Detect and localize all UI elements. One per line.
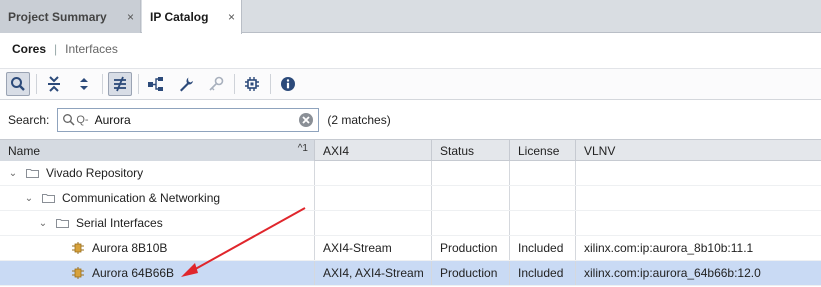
divider: | — [54, 42, 58, 56]
license-cell — [510, 186, 576, 210]
chevron-down-icon[interactable]: ⌄ — [8, 168, 18, 179]
status-cell — [432, 186, 510, 210]
info-button[interactable] — [276, 72, 300, 96]
axi4-cell — [315, 211, 432, 235]
tab-bar: Project Summary × IP Catalog × — [0, 0, 821, 34]
key-icon — [209, 76, 224, 91]
table-header: Name ^1 AXI4 Status License VLNV — [0, 139, 821, 161]
axi4-cell — [315, 161, 432, 185]
table-row-selected[interactable]: Aurora 64B66B AXI4, AXI4-Stream Producti… — [0, 261, 821, 286]
header-label: License — [518, 143, 560, 158]
info-icon — [281, 77, 295, 91]
search-value[interactable]: Aurora — [89, 113, 299, 127]
axi4-cell: AXI4, AXI4-Stream — [315, 261, 432, 285]
column-header-name[interactable]: Name ^1 — [0, 140, 315, 161]
name-cell: Aurora 64B66B — [0, 261, 315, 285]
ip-core-icon — [72, 267, 84, 279]
tab-ip-catalog[interactable]: IP Catalog × — [142, 0, 242, 34]
sort-indicator: ^1 — [297, 143, 308, 154]
expand-all-button[interactable] — [72, 72, 96, 96]
status-cell — [432, 161, 510, 185]
row-label: Vivado Repository — [46, 166, 144, 180]
license-cell: Included — [510, 261, 576, 285]
vlnv-cell — [576, 186, 821, 210]
axi4-cell — [315, 186, 432, 210]
status-cell — [432, 211, 510, 235]
settings-button[interactable] — [174, 72, 198, 96]
row-label: Aurora 64B66B — [92, 266, 175, 280]
toolbar-divider — [270, 74, 271, 94]
header-label: AXI4 — [323, 143, 350, 158]
folder-icon — [42, 194, 55, 203]
search-row: Search: Q- Aurora (2 matches) — [0, 104, 821, 136]
license-cell: Included — [510, 236, 576, 260]
toolbar-divider — [138, 74, 139, 94]
collapse-all-icon — [48, 76, 60, 92]
status-cell: Production — [432, 261, 510, 285]
expand-all-icon — [80, 78, 88, 90]
vlnv-cell: xilinx.com:ip:aurora_8b10b:11.1 — [584, 241, 754, 255]
column-header-axi4[interactable]: AXI4 — [315, 140, 432, 161]
toolbar-divider — [36, 74, 37, 94]
header-label: Status — [440, 143, 475, 158]
axi4-cell: AXI4-Stream — [315, 236, 432, 260]
table-row[interactable]: ⌄ Serial Interfaces — [0, 211, 821, 236]
chevron-down-icon[interactable]: ⌄ — [24, 193, 34, 204]
toolbar — [0, 68, 821, 100]
ip-core-icon — [72, 242, 84, 254]
close-icon[interactable]: × — [127, 10, 134, 24]
name-cell: ⌄ Communication & Networking — [0, 186, 315, 210]
close-icon[interactable]: × — [228, 10, 235, 24]
header-label: Name — [8, 143, 41, 158]
tab-label: IP Catalog — [150, 10, 209, 24]
filter-button[interactable] — [108, 72, 132, 96]
hierarchy-icon — [148, 77, 163, 91]
column-header-status[interactable]: Status — [432, 140, 510, 161]
header-label: VLNV — [584, 143, 616, 158]
table-row[interactable]: ⌄ Communication & Networking — [0, 186, 821, 211]
search-button[interactable] — [6, 72, 30, 96]
table-row[interactable]: Aurora 8B10B AXI4-Stream Production Incl… — [0, 236, 821, 261]
vlnv-cell: xilinx.com:ip:aurora_64b66b:12.0 — [584, 266, 761, 280]
tab-project-summary[interactable]: Project Summary × — [0, 0, 141, 33]
wrench-icon — [180, 77, 193, 92]
search-icon — [11, 77, 25, 91]
column-header-vlnv[interactable]: VLNV — [576, 140, 821, 161]
clear-icon[interactable] — [298, 112, 314, 128]
search-label: Search: — [8, 113, 50, 127]
license-cell — [510, 211, 576, 235]
tab-label: Project Summary — [8, 9, 107, 24]
folder-icon — [56, 219, 69, 228]
vlnv-cell — [576, 211, 821, 235]
row-label: Communication & Networking — [62, 191, 221, 205]
tab-cores[interactable]: Cores — [12, 42, 46, 56]
search-prefix: Q- — [76, 114, 89, 126]
column-header-license[interactable]: License — [510, 140, 576, 161]
chevron-down-icon[interactable]: ⌄ — [38, 218, 48, 229]
name-cell: Aurora 8B10B — [0, 236, 315, 260]
license-cell — [510, 161, 576, 185]
ip-settings-button[interactable] — [240, 72, 264, 96]
vlnv-cell — [576, 161, 821, 185]
search-input[interactable]: Q- Aurora — [57, 108, 320, 132]
sub-navigation: Cores | Interfaces — [0, 34, 821, 64]
collapse-all-button[interactable] — [42, 72, 66, 96]
ip-table: Name ^1 AXI4 Status License VLNV ⌄ Vivad… — [0, 139, 821, 286]
name-cell: ⌄ Vivado Repository — [0, 161, 315, 185]
toolbar-divider — [102, 74, 103, 94]
hierarchy-button[interactable] — [144, 72, 168, 96]
name-cell: ⌄ Serial Interfaces — [0, 211, 315, 235]
filter-icon — [114, 76, 126, 92]
status-cell: Production — [432, 236, 510, 260]
row-label: Serial Interfaces — [76, 216, 163, 230]
folder-icon — [26, 169, 39, 178]
table-row[interactable]: ⌄ Vivado Repository — [0, 161, 821, 186]
license-button[interactable] — [204, 72, 228, 96]
chip-icon — [245, 77, 259, 91]
tab-interfaces[interactable]: Interfaces — [65, 42, 118, 56]
match-count: (2 matches) — [327, 113, 391, 127]
row-label: Aurora 8B10B — [92, 241, 168, 255]
toolbar-divider — [234, 74, 235, 94]
search-icon — [63, 114, 75, 126]
